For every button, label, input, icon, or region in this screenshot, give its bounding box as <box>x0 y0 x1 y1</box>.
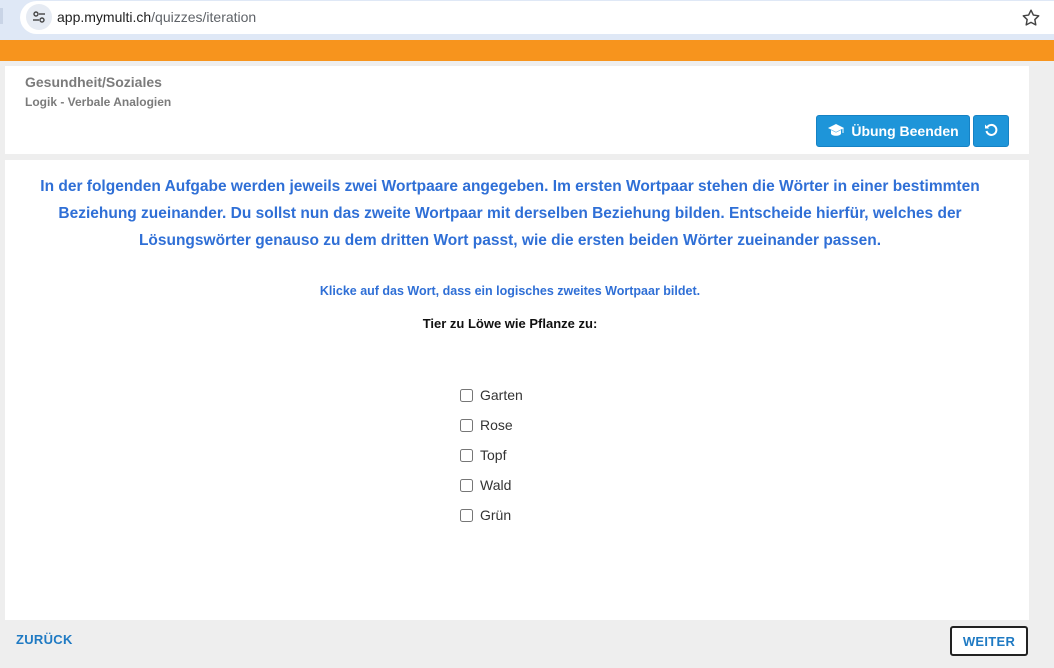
answer-options: Garten Rose Topf Wald Grün <box>460 380 523 530</box>
refresh-icon <box>984 123 998 140</box>
end-exercise-label: Übung Beenden <box>851 123 959 139</box>
brand-accent-bar <box>0 40 1054 61</box>
back-button[interactable]: ZURÜCK <box>16 632 73 647</box>
graduation-cap-icon <box>827 123 845 140</box>
option-garten[interactable]: Garten <box>460 380 523 410</box>
tab-edge <box>0 8 3 24</box>
bookmark-star-icon[interactable] <box>1020 7 1042 29</box>
url-text: app.mymulti.ch/quizzes/iteration <box>57 9 256 25</box>
site-settings-icon[interactable] <box>26 4 52 30</box>
browser-toolbar: app.mymulti.ch/quizzes/iteration <box>0 0 1054 40</box>
option-checkbox[interactable] <box>460 478 473 492</box>
option-checkbox[interactable] <box>460 448 473 462</box>
task-instructions: In der folgenden Aufgabe werden jeweils … <box>40 178 980 249</box>
option-label: Rose <box>480 417 513 433</box>
question-text: Tier zu Löwe wie Pflanze zu: <box>422 316 598 331</box>
quiz-header: Gesundheit/Soziales Logik - Verbale Anal… <box>5 66 1029 154</box>
next-button[interactable]: WEITER <box>950 626 1028 656</box>
option-checkbox[interactable] <box>460 388 473 402</box>
option-rose[interactable]: Rose <box>460 410 523 440</box>
option-label: Garten <box>480 387 523 403</box>
end-exercise-button[interactable]: Übung Beenden <box>816 115 970 147</box>
task-hint: Klicke auf das Wort, dass ein logisches … <box>319 284 701 298</box>
option-checkbox[interactable] <box>460 418 473 432</box>
option-topf[interactable]: Topf <box>460 440 523 470</box>
option-label: Topf <box>480 447 507 463</box>
option-wald[interactable]: Wald <box>460 470 523 500</box>
url-host: app.mymulti.ch <box>57 9 152 25</box>
option-gruen[interactable]: Grün <box>460 500 523 530</box>
category-title: Gesundheit/Soziales <box>25 74 162 90</box>
url-path: /quizzes/iteration <box>151 9 257 25</box>
option-label: Grün <box>480 507 512 523</box>
question-panel: In der folgenden Aufgabe werden jeweils … <box>5 160 1029 620</box>
subcategory-title: Logik - Verbale Analogien <box>25 95 172 109</box>
option-label: Wald <box>480 477 512 493</box>
address-bar[interactable]: app.mymulti.ch/quizzes/iteration <box>20 1 1054 34</box>
option-checkbox[interactable] <box>460 508 473 522</box>
restart-button[interactable] <box>973 115 1009 147</box>
